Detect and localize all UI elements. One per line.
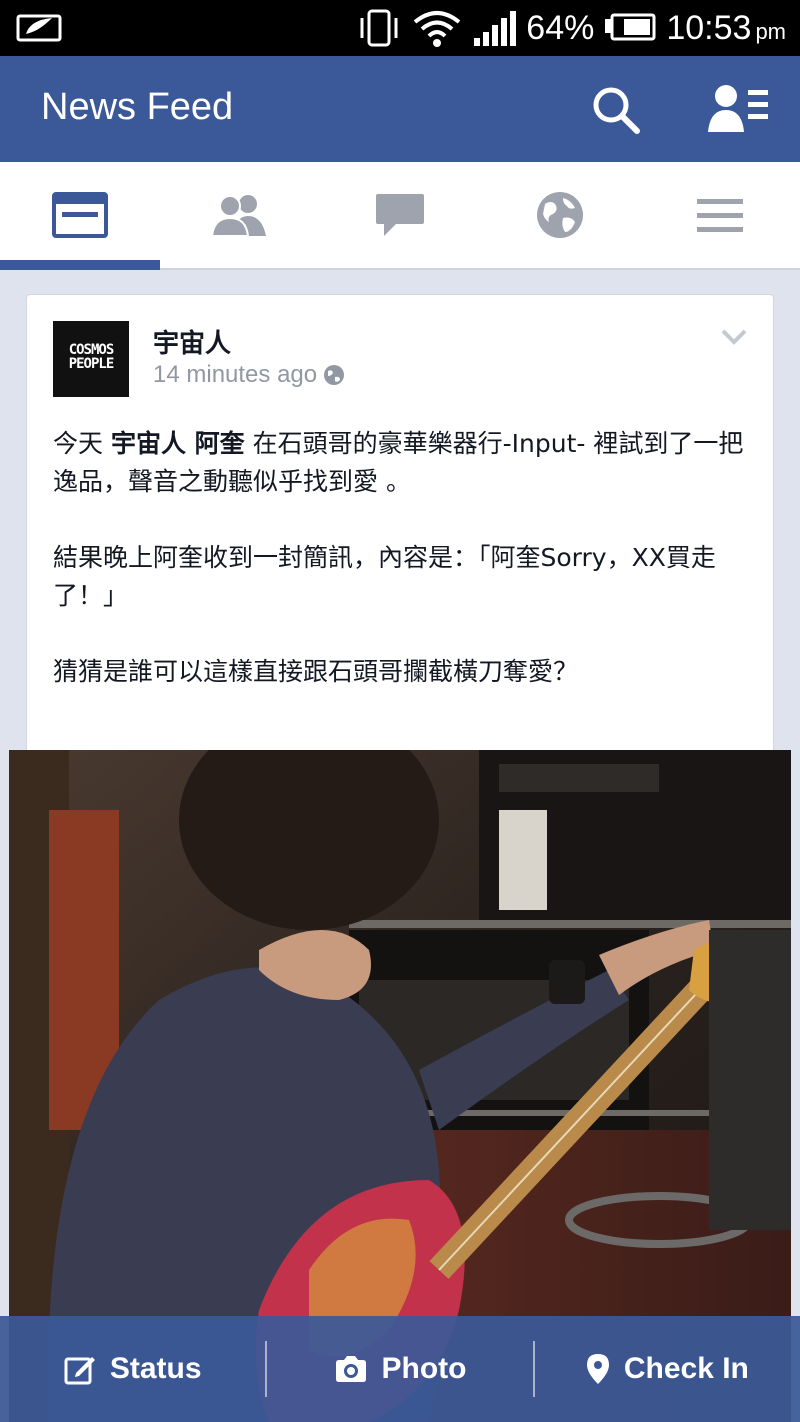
post-time-text: 14 minutes ago <box>153 361 318 388</box>
clock-ampm: pm <box>755 18 786 44</box>
search-icon[interactable] <box>590 84 642 136</box>
news-feed-icon <box>52 192 108 238</box>
post-paragraph-1: 今天 宇宙人 阿奎 在石頭哥的豪華樂器行-Input- 裡試到了一把逸品，聲音之… <box>53 425 753 501</box>
photo-button[interactable]: Photo <box>267 1316 532 1422</box>
app-notification-icon <box>16 14 62 42</box>
photo-label: Photo <box>381 1352 467 1385</box>
post-paragraph-2: 結果晚上阿奎收到一封簡訊，內容是：「阿奎Sorry，XX買走了！」 <box>53 543 716 610</box>
tagged-names[interactable]: 宇宙人 阿奎 <box>111 429 245 458</box>
tab-messages[interactable] <box>320 162 480 268</box>
tab-more[interactable] <box>640 162 800 268</box>
message-icon <box>376 194 424 236</box>
tab-news-feed[interactable] <box>0 162 160 270</box>
friends-list-icon[interactable] <box>706 82 770 136</box>
tab-friend-requests[interactable] <box>160 162 320 268</box>
status-indicators: 64% 10:53 pm <box>356 6 786 50</box>
avatar[interactable]: COSMOS PEOPLE <box>53 321 129 397</box>
check-in-button[interactable]: Check In <box>535 1316 800 1422</box>
vibrate-icon <box>360 9 398 47</box>
location-pin-icon <box>586 1354 609 1384</box>
post-author[interactable]: 宇宙人 <box>153 323 231 360</box>
avatar-logo-text: COSMOS PEOPLE <box>68 342 115 372</box>
post-text-segment: 今天 <box>53 429 111 458</box>
active-tab-indicator <box>0 260 160 270</box>
globe-icon <box>537 192 583 238</box>
menu-icon <box>697 199 743 232</box>
post-card: COSMOS PEOPLE 宇宙人 14 minutes ago 今天 宇宙人 … <box>26 294 774 754</box>
page-title: News Feed <box>41 86 234 128</box>
wifi-icon <box>414 11 461 47</box>
public-globe-icon <box>324 365 345 385</box>
post-paragraph-3: 猜猜是誰可以這樣直接跟石頭哥攔截橫刀奪愛？ <box>53 657 579 686</box>
composer-bar: Status Photo Check In <box>0 1316 800 1422</box>
camera-icon <box>335 1356 366 1382</box>
status-bar: 64% 10:53 pm <box>0 0 800 56</box>
tab-bar <box>0 162 800 270</box>
status-button[interactable]: Status <box>0 1316 265 1422</box>
signal-icon <box>474 11 517 46</box>
edit-icon <box>64 1357 95 1385</box>
post-text: 今天 宇宙人 阿奎 在石頭哥的豪華樂器行-Input- 裡試到了一把逸品，聲音之… <box>53 425 753 729</box>
chevron-down-icon[interactable] <box>721 329 747 345</box>
battery-percent: 64% <box>526 8 595 47</box>
check-in-label: Check In <box>623 1352 749 1385</box>
friends-icon <box>212 195 266 237</box>
tab-notifications[interactable] <box>480 162 640 268</box>
battery-icon <box>605 13 656 41</box>
status-label: Status <box>109 1352 202 1385</box>
top-bar: News Feed <box>0 56 800 162</box>
post-timestamp: 14 minutes ago <box>153 361 345 389</box>
clock: 10:53 pm <box>666 9 786 48</box>
clock-time: 10:53 <box>666 8 752 47</box>
